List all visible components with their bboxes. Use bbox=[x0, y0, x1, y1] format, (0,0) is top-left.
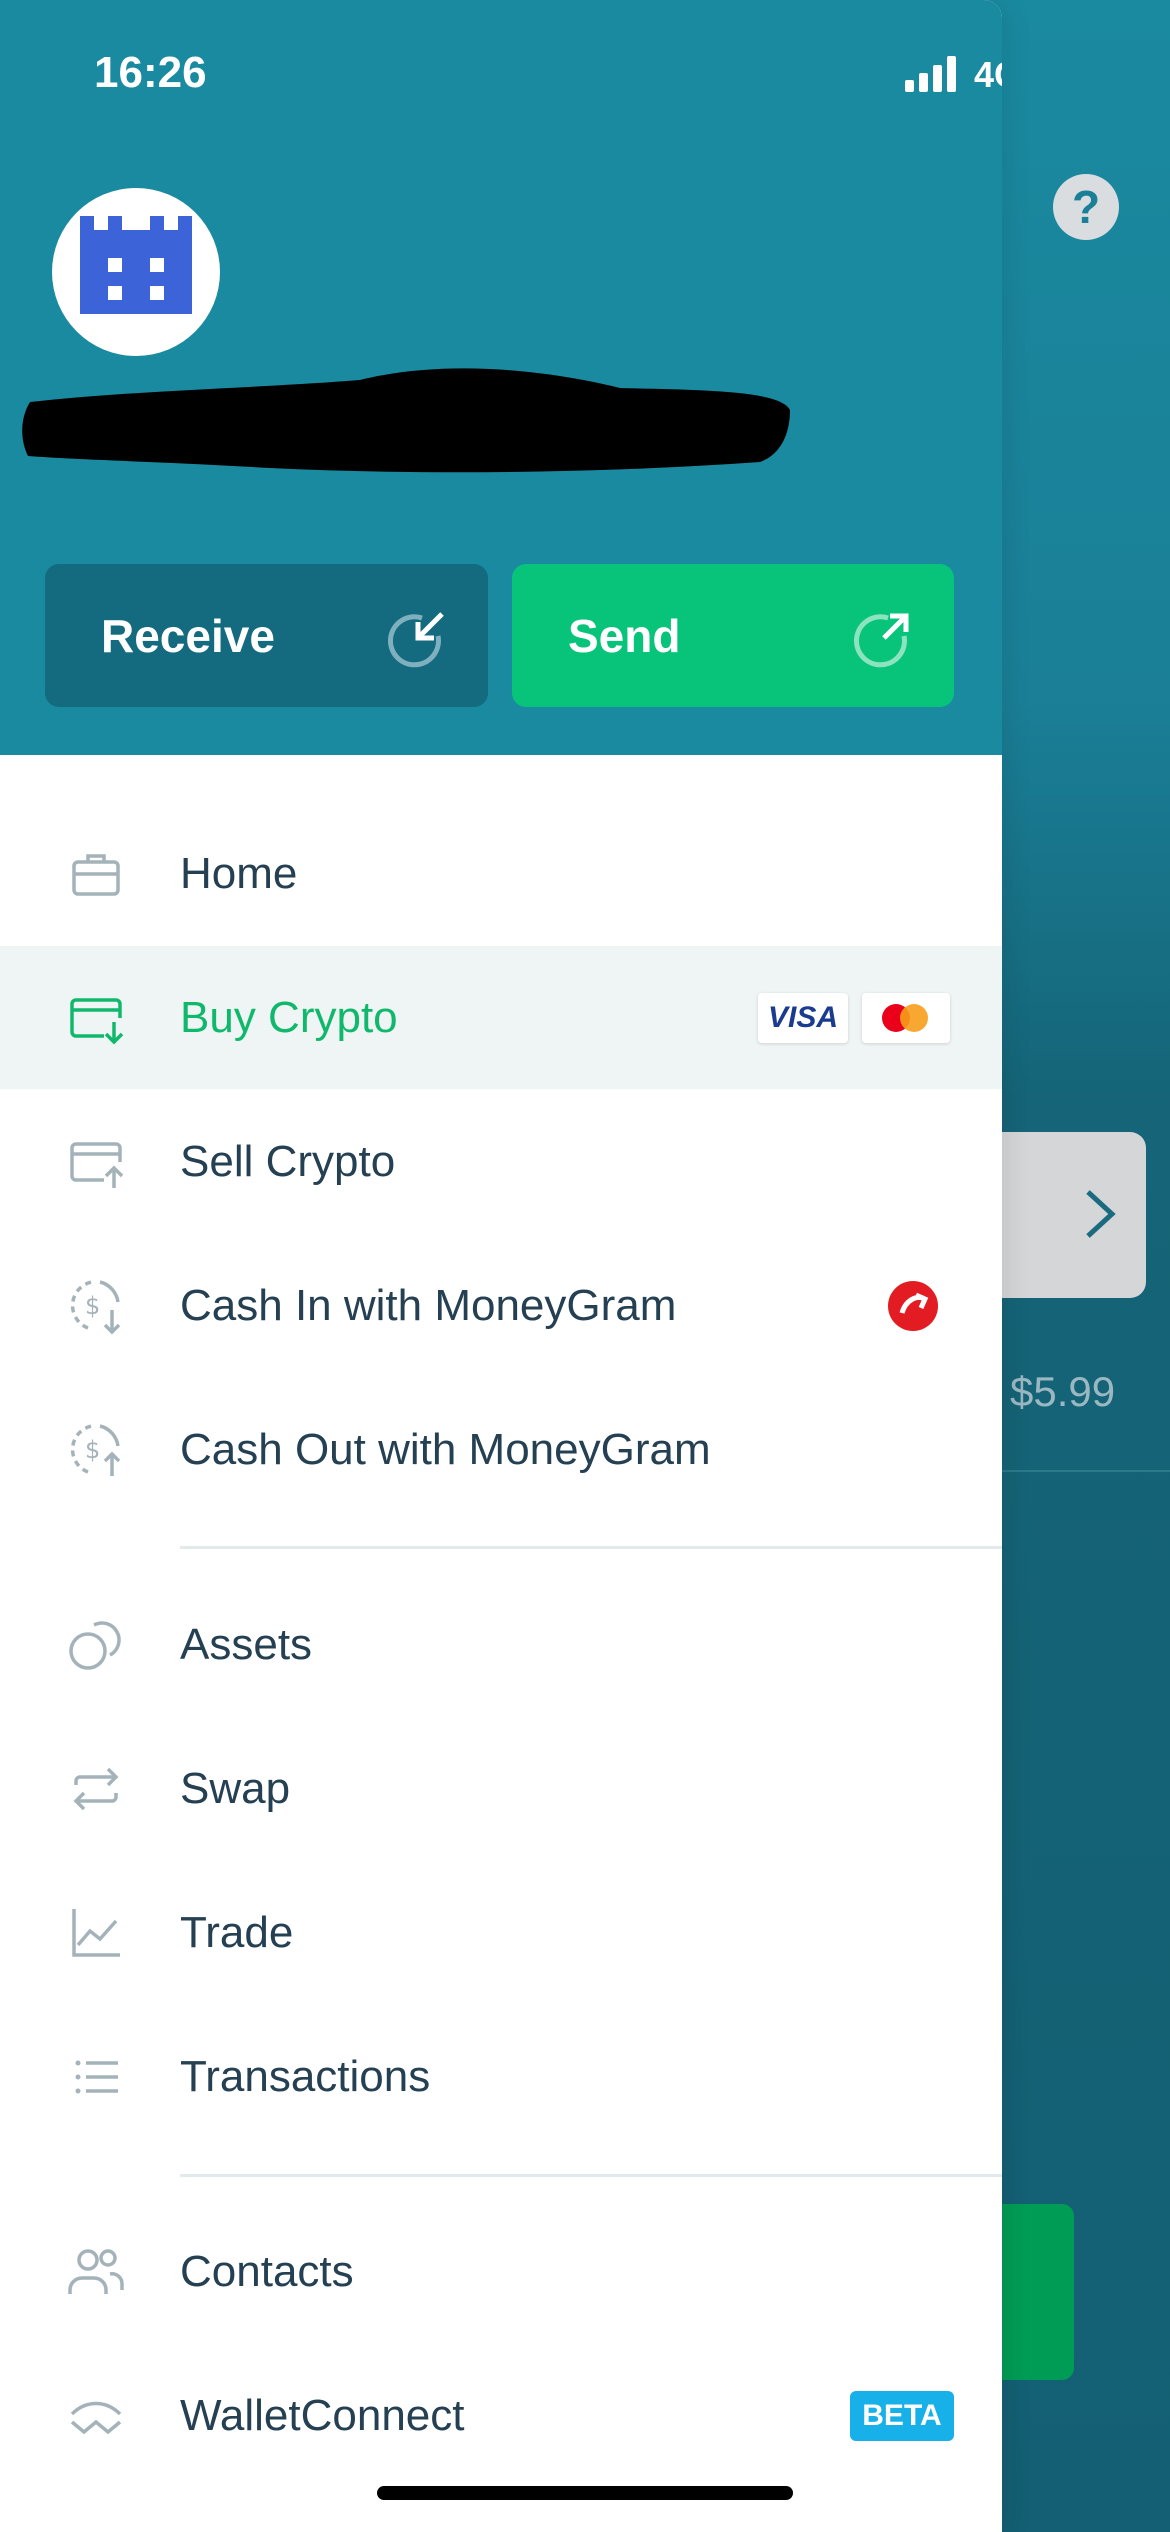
send-button[interactable]: Send bbox=[512, 564, 954, 707]
help-icon[interactable]: ? bbox=[1053, 174, 1119, 240]
menu-item-contacts[interactable]: Contacts bbox=[0, 2200, 1002, 2343]
svg-text:$: $ bbox=[85, 1292, 100, 1320]
menu-item-swap[interactable]: Swap bbox=[0, 1717, 1002, 1860]
receive-arrow-icon bbox=[388, 612, 444, 668]
swap-icon bbox=[73, 1767, 119, 1810]
menu-item-walletconnect[interactable]: WalletConnect BETA bbox=[0, 2344, 1002, 2487]
menu-item-buy-crypto[interactable]: Buy Crypto VISA bbox=[0, 946, 1002, 1089]
svg-text:$: $ bbox=[85, 1436, 100, 1464]
menu-item-cash-in-moneygram[interactable]: $ Cash In with MoneyGram bbox=[0, 1234, 1002, 1377]
signal-icon bbox=[905, 56, 959, 92]
status-time: 16:26 bbox=[94, 48, 207, 97]
background-card[interactable] bbox=[990, 1132, 1146, 1298]
divider bbox=[1000, 1470, 1170, 1472]
moneygram-logo bbox=[888, 1280, 938, 1331]
menu-divider bbox=[180, 2174, 1002, 2177]
briefcase-icon bbox=[72, 853, 120, 896]
coins-icon bbox=[69, 1620, 121, 1670]
menu-label: Cash Out with MoneyGram bbox=[180, 1424, 711, 1474]
home-indicator[interactable] bbox=[377, 2486, 793, 2500]
menu-item-cash-out-moneygram[interactable]: $ Cash Out with MoneyGram bbox=[0, 1378, 1002, 1521]
contacts-icon bbox=[68, 2248, 124, 2294]
walletconnect-icon bbox=[70, 2401, 122, 2434]
menu-label: Buy Crypto bbox=[180, 992, 398, 1042]
receive-button[interactable]: Receive bbox=[45, 564, 488, 707]
menu-label: WalletConnect bbox=[180, 2390, 465, 2440]
menu-item-home[interactable]: Home bbox=[0, 802, 1002, 945]
dollar-up-icon: $ bbox=[70, 1423, 121, 1476]
list-icon bbox=[75, 2060, 118, 2093]
mastercard-logo bbox=[862, 992, 950, 1043]
avatar[interactable] bbox=[52, 188, 220, 356]
network-type: 4G bbox=[974, 54, 1002, 95]
background-button[interactable] bbox=[990, 2204, 1074, 2380]
background-price: $5.99 bbox=[1010, 1368, 1116, 1415]
card-download-icon bbox=[70, 997, 124, 1044]
drawer-header: 16:26 4G 49 bbox=[0, 0, 1002, 755]
menu-divider bbox=[180, 1546, 1002, 1549]
menu-label: Contacts bbox=[180, 2246, 354, 2296]
menu-label: Transactions bbox=[180, 2051, 431, 2101]
avatar-pixel-icon bbox=[80, 216, 192, 314]
menu-label: Swap bbox=[180, 1763, 291, 1813]
chart-icon bbox=[72, 1908, 120, 1957]
menu-label: Assets bbox=[180, 1619, 313, 1669]
redacted-name bbox=[22, 368, 790, 473]
visa-logo: VISA bbox=[758, 992, 848, 1043]
beta-badge: BETA bbox=[850, 2390, 954, 2441]
menu-label: Home bbox=[180, 848, 298, 898]
menu-item-transactions[interactable]: Transactions bbox=[0, 2005, 1002, 2148]
send-arrow-icon bbox=[854, 613, 909, 668]
dollar-down-icon: $ bbox=[70, 1279, 121, 1334]
send-label: Send bbox=[568, 609, 681, 662]
menu-label: Sell Crypto bbox=[180, 1136, 396, 1186]
menu-item-assets[interactable]: Assets bbox=[0, 1573, 1002, 1716]
side-drawer: 16:26 4G 49 bbox=[0, 0, 1002, 2532]
menu-item-sell-crypto[interactable]: Sell Crypto bbox=[0, 1090, 1002, 1233]
card-upload-icon bbox=[70, 1141, 124, 1188]
chevron-right-icon bbox=[1086, 1190, 1116, 1238]
menu-label: Cash In with MoneyGram bbox=[180, 1280, 677, 1330]
menu-label: Trade bbox=[180, 1907, 294, 1957]
receive-label: Receive bbox=[101, 609, 275, 662]
menu-item-trade[interactable]: Trade bbox=[0, 1861, 1002, 2004]
